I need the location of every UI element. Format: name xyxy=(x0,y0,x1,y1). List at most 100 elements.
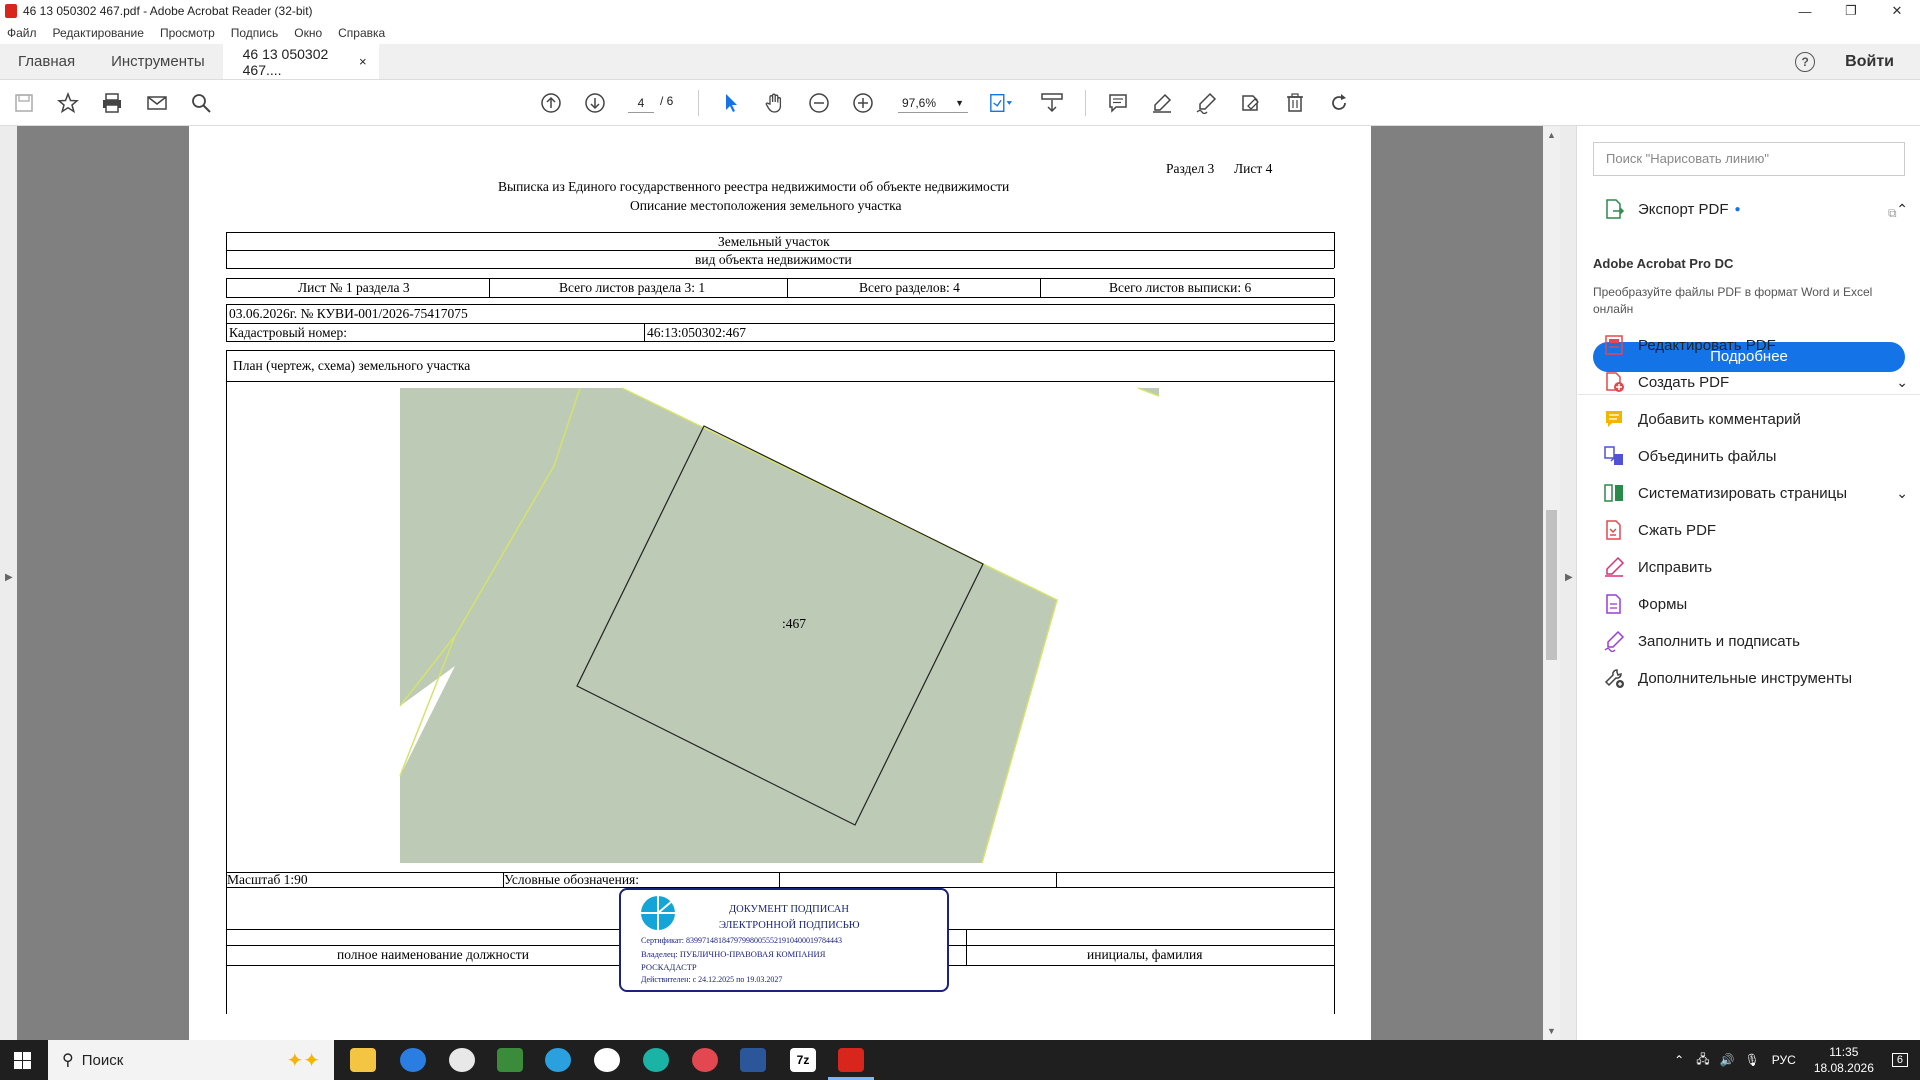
tool-organize-pages[interactable]: Систематизировать страницы ⌄ xyxy=(1603,482,1908,504)
toolbar-divider xyxy=(698,90,699,116)
table-border xyxy=(966,929,967,965)
tool-edit-pdf[interactable]: Редактировать PDF xyxy=(1603,334,1908,356)
hand-tool-icon[interactable] xyxy=(763,91,787,115)
search-icon[interactable] xyxy=(189,91,213,115)
taskbar-search[interactable]: ⚲ Поиск ✦✦ xyxy=(48,1040,334,1080)
maximize-button[interactable]: ❐ xyxy=(1828,0,1874,22)
email-icon[interactable] xyxy=(145,91,169,115)
share-edit-icon[interactable] xyxy=(1238,91,1262,115)
close-button[interactable]: ✕ xyxy=(1874,0,1920,22)
tab-document-label: 46 13 050302 467.... xyxy=(242,45,329,78)
fit-page-icon[interactable] xyxy=(989,91,1013,115)
sign-pen-icon[interactable] xyxy=(1194,91,1218,115)
menu-edit[interactable]: Редактирование xyxy=(53,26,144,40)
title-bar: 46 13 050302 467.pdf - Adobe Acrobat Rea… xyxy=(0,0,1920,22)
word-icon[interactable] xyxy=(740,1048,766,1072)
select-cursor-icon[interactable] xyxy=(719,91,743,115)
signature-stamp: ДОКУМЕНТ ПОДПИСАН ЭЛЕКТРОННОЙ ПОДПИСЬЮ С… xyxy=(619,888,949,992)
toolbar: 4 / 6 97,6% ▼ xyxy=(0,80,1920,126)
tool-compress-pdf[interactable]: Сжать PDF xyxy=(1603,519,1908,541)
app-icon[interactable] xyxy=(692,1048,718,1072)
zoom-in-icon[interactable] xyxy=(851,91,875,115)
page-number-input[interactable]: 4 xyxy=(628,93,654,113)
tool-forms[interactable]: Формы xyxy=(1603,593,1908,615)
right-pane-toggle[interactable]: ▶ xyxy=(1560,126,1577,1040)
notification-icon[interactable]: 6 xyxy=(1891,1053,1908,1067)
print-icon[interactable] xyxy=(100,91,124,115)
telegram-icon[interactable] xyxy=(545,1048,571,1072)
chevron-down-icon[interactable]: ⌄ xyxy=(1896,485,1908,502)
app-icon[interactable] xyxy=(643,1048,669,1072)
left-pane-toggle[interactable]: ▶ xyxy=(0,126,17,1040)
chevron-up-icon[interactable]: ⌃ xyxy=(1896,201,1908,218)
scroll-mode-icon[interactable] xyxy=(1040,91,1064,115)
app-icon[interactable] xyxy=(449,1048,475,1072)
table-border xyxy=(1334,929,1335,965)
create-pdf-icon xyxy=(1603,371,1625,393)
tool-more-tools[interactable]: Дополнительные инструменты xyxy=(1603,667,1908,689)
tool-fix[interactable]: Исправить xyxy=(1603,556,1908,578)
calculator-icon[interactable] xyxy=(497,1048,523,1072)
save-icon[interactable] xyxy=(12,91,36,115)
parcel-label: :467 xyxy=(782,616,807,631)
tool-label: Добавить комментарий xyxy=(1638,410,1801,428)
next-page-icon[interactable] xyxy=(583,91,607,115)
vertical-scrollbar[interactable]: ▲ ▼ xyxy=(1543,126,1560,1040)
scale-label: Масштаб 1:90 xyxy=(227,872,308,887)
comment-tool-icon xyxy=(1603,408,1625,430)
help-icon[interactable]: ? xyxy=(1795,51,1816,72)
tab-close-icon[interactable]: × xyxy=(359,54,367,69)
export-pdf-label: Экспорт PDF xyxy=(1638,200,1729,218)
tool-fill-sign[interactable]: Заполнить и подписать xyxy=(1603,630,1908,652)
file-explorer-icon[interactable] xyxy=(350,1048,376,1072)
more-tools-icon xyxy=(1603,667,1625,689)
menu-help[interactable]: Справка xyxy=(338,26,385,40)
export-pdf-section[interactable]: Экспорт PDF ● ⌃ xyxy=(1603,198,1908,220)
scrollbar-thumb[interactable] xyxy=(1546,510,1557,660)
tray-chevron-icon[interactable]: ⌃ xyxy=(1674,1053,1684,1067)
rotate-icon[interactable] xyxy=(1327,91,1351,115)
tool-label: Формы xyxy=(1638,595,1688,613)
tab-document[interactable]: 46 13 050302 467.... × xyxy=(222,44,379,79)
copy-icon[interactable]: ⧉ xyxy=(1888,206,1897,221)
table-border xyxy=(779,872,780,887)
yandex-browser-icon[interactable] xyxy=(400,1048,426,1072)
zoom-out-icon[interactable] xyxy=(807,91,831,115)
network-icon[interactable]: 🖧 xyxy=(1696,1050,1709,1071)
volume-icon[interactable]: 🔊 xyxy=(1720,1053,1735,1067)
highlight-pen-icon[interactable] xyxy=(1150,91,1174,115)
tool-label: Заполнить и подписать xyxy=(1638,632,1800,650)
windows-start-icon[interactable] xyxy=(14,1052,31,1069)
acrobat-taskbar-icon[interactable] xyxy=(838,1048,864,1072)
tab-home[interactable]: Главная xyxy=(0,44,93,79)
delete-icon[interactable] xyxy=(1283,91,1307,115)
login-button[interactable]: Войти xyxy=(1845,53,1894,71)
language-indicator[interactable]: РУС xyxy=(1772,1053,1796,1067)
7zip-icon[interactable]: 7z xyxy=(790,1048,816,1072)
tool-label: Сжать PDF xyxy=(1638,521,1717,539)
tool-add-comment[interactable]: Добавить комментарий xyxy=(1603,408,1908,430)
document-viewport[interactable]: ▶ Раздел 3 Лист 4 Выписка из Единого гос… xyxy=(0,126,1560,1040)
clock[interactable]: 11:35 18.08.2026 xyxy=(1814,1044,1874,1076)
bookmark-star-icon[interactable] xyxy=(56,91,80,115)
scroll-down-icon[interactable]: ▼ xyxy=(1547,1026,1556,1036)
microphone-icon[interactable]: 🎙 xyxy=(1745,1053,1760,1067)
minimize-button[interactable]: — xyxy=(1782,0,1828,22)
tab-tools[interactable]: Инструменты xyxy=(93,44,223,79)
tool-combine-files[interactable]: Объединить файлы xyxy=(1603,445,1908,467)
menu-sign[interactable]: Подпись xyxy=(231,26,279,40)
comment-icon[interactable] xyxy=(1106,91,1130,115)
scroll-up-icon[interactable]: ▲ xyxy=(1547,130,1556,140)
menu-view[interactable]: Просмотр xyxy=(160,26,215,40)
menu-file[interactable]: Файл xyxy=(7,26,37,40)
tools-search-input[interactable]: Поиск "Нарисовать линию" xyxy=(1593,142,1905,176)
tool-label: Редактировать PDF xyxy=(1638,336,1776,354)
zoom-level-select[interactable]: 97,6% ▼ xyxy=(898,93,968,113)
app-icon[interactable] xyxy=(594,1048,620,1072)
chevron-down-icon[interactable]: ⌄ xyxy=(1896,374,1908,391)
menu-window[interactable]: Окно xyxy=(294,26,322,40)
previous-page-icon[interactable] xyxy=(539,91,563,115)
stamp-line1: ДОКУМЕНТ ПОДПИСАН xyxy=(729,904,849,915)
tool-create-pdf[interactable]: Создать PDF ⌄ xyxy=(1603,371,1908,393)
name-caption: инициалы, фамилия xyxy=(1087,947,1203,962)
